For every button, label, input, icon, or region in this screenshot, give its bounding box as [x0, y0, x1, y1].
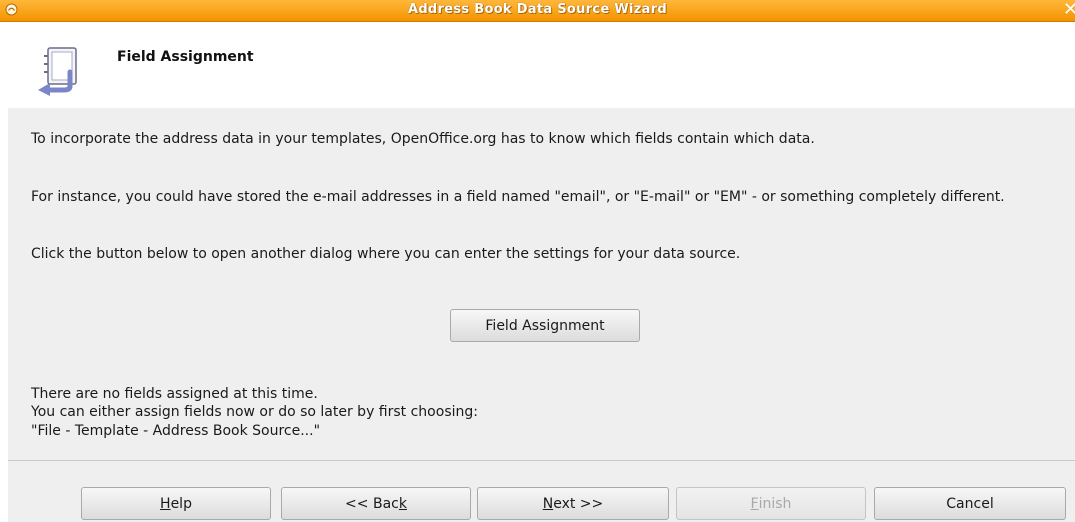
back-label-pre: << Bac [345, 495, 399, 512]
button-bar: Help << Bac k Next >> Finish Cancel [8, 460, 1075, 522]
finish-button[interactable]: Finish [676, 487, 866, 520]
instruction-text: Click the button below to open another d… [31, 246, 741, 262]
address-book-icon [38, 47, 77, 96]
cancel-label: Cancel [946, 495, 994, 512]
back-button[interactable]: << Bac k [281, 487, 471, 520]
back-mnemonic: k [398, 495, 407, 512]
next-label-post: ext >> [553, 495, 604, 512]
help-mnemonic: H [160, 495, 171, 512]
cancel-button[interactable]: Cancel [874, 487, 1066, 520]
field-assignment-button[interactable]: Field Assignment [450, 309, 640, 342]
page-title: Field Assignment [117, 49, 254, 65]
status-line-1: There are no fields assigned at this tim… [31, 386, 318, 402]
help-button[interactable]: Help [81, 487, 271, 520]
status-line-2: You can either assign fields now or do s… [31, 404, 478, 420]
example-text: For instance, you could have stored the … [31, 189, 1005, 205]
intro-text: To incorporate the address data in your … [31, 131, 815, 147]
content-panel: To incorporate the address data in your … [8, 108, 1075, 460]
close-icon[interactable]: ✕ [1063, 1, 1075, 19]
next-button[interactable]: Next >> [477, 487, 669, 520]
window-title: Address Book Data Source Wizard [407, 2, 668, 17]
wizard-header: Field Assignment [0, 22, 1075, 108]
help-label-post: elp [170, 495, 192, 512]
title-bar[interactable]: Address Book Data Source Wizard ✕ [0, 0, 1075, 22]
finish-mnemonic: F [750, 495, 759, 512]
next-mnemonic: N [542, 495, 554, 512]
status-line-3: "File - Template - Address Book Source..… [31, 423, 321, 439]
finish-label-post: inish [758, 495, 792, 512]
